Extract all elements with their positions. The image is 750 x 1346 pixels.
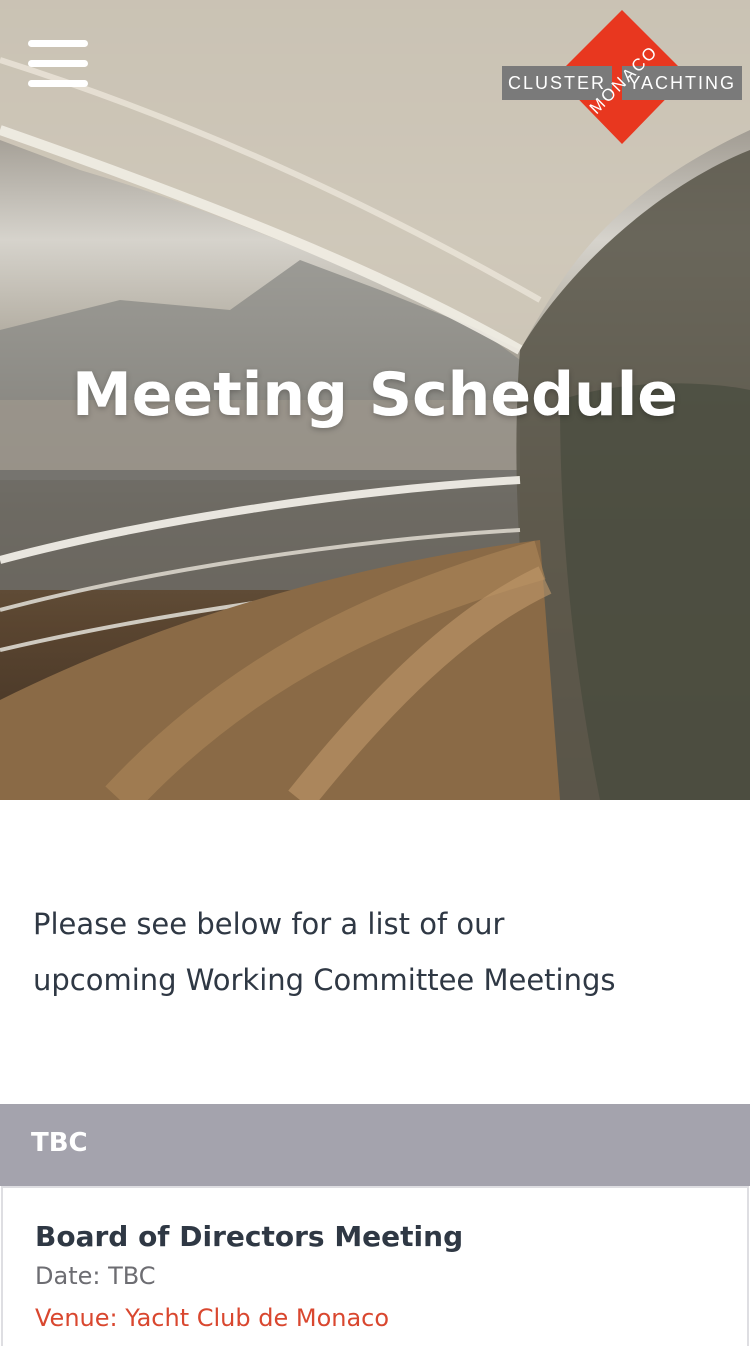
hero-banner: CLUSTER YACHTING MONACO Meeting Schedule bbox=[0, 0, 750, 800]
meeting-date: Date: TBC bbox=[35, 1262, 156, 1290]
intro-line: upcoming Working Committee Meetings bbox=[33, 963, 616, 997]
schedule-group-label: TBC bbox=[31, 1128, 88, 1158]
logo-word-monaco: MONACO bbox=[586, 42, 662, 118]
menu-bar bbox=[28, 80, 88, 87]
menu-bar bbox=[28, 60, 88, 67]
logo-monaco-text: MONACO bbox=[586, 42, 662, 118]
intro-text: Please see below for a list of our upcom… bbox=[33, 896, 723, 1008]
hamburger-menu-icon[interactable] bbox=[28, 40, 88, 88]
meeting-venue-link[interactable]: Venue: Yacht Club de Monaco bbox=[35, 1304, 389, 1332]
menu-bar bbox=[28, 40, 88, 47]
meeting-title: Board of Directors Meeting bbox=[35, 1220, 464, 1253]
cluster-monaco-yachting-logo[interactable]: CLUSTER YACHTING MONACO bbox=[502, 8, 742, 148]
intro-line: Please see below for a list of our bbox=[33, 907, 505, 941]
meeting-card[interactable]: Board of Directors Meeting Date: TBC Ven… bbox=[1, 1186, 749, 1346]
schedule-group-header[interactable]: TBC bbox=[0, 1104, 750, 1186]
page-title: Meeting Schedule bbox=[71, 360, 678, 430]
